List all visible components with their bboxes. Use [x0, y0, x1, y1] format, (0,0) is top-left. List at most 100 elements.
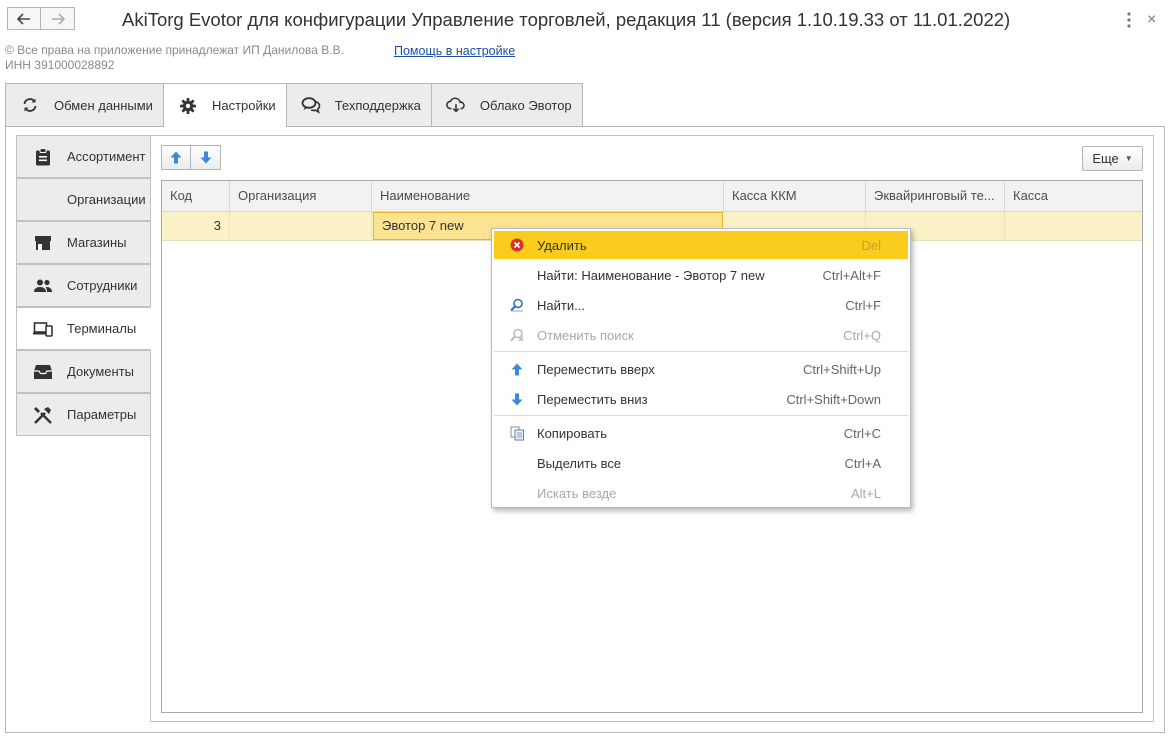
- help-setup-link[interactable]: Помощь в настройке: [394, 44, 515, 58]
- sidebar-item-label: Сотрудники: [67, 278, 138, 293]
- arrow-up-icon: [509, 361, 525, 377]
- arrow-down-icon: [509, 391, 525, 407]
- menu-item-label: Переместить вниз: [537, 391, 648, 407]
- menu-item-search-everywhere: Искать везде Alt+L: [494, 479, 908, 507]
- menu-item-delete[interactable]: Удалить Del: [494, 231, 908, 259]
- copy-icon: [509, 425, 525, 441]
- menu-item-shortcut: Ctrl+Alt+F: [822, 267, 881, 283]
- menu-item-shortcut: Alt+L: [851, 485, 881, 501]
- window-title: AkiTorg Evotor для конфигурации Управлен…: [122, 9, 1011, 30]
- menu-item-label: Найти...: [537, 297, 585, 313]
- close-button[interactable]: ×: [1147, 11, 1156, 29]
- sync-icon: [20, 95, 40, 115]
- menu-item-shortcut: Ctrl+C: [843, 425, 881, 441]
- menu-item-shortcut: Ctrl+Q: [843, 327, 881, 343]
- clipboard-icon: [33, 147, 53, 167]
- move-up-button[interactable]: [161, 145, 191, 170]
- back-button[interactable]: [7, 7, 41, 30]
- column-header-name[interactable]: Наименование: [372, 181, 724, 211]
- chat-bubbles-icon: [301, 95, 321, 115]
- sidebar-item-label: Магазины: [67, 235, 127, 250]
- column-header-cash[interactable]: Касса: [1005, 181, 1142, 211]
- menu-item-move-up[interactable]: Переместить вверх Ctrl+Shift+Up: [494, 355, 908, 383]
- gear-icon: [178, 96, 198, 116]
- more-vertical-icon[interactable]: [1121, 11, 1137, 29]
- menu-item-cancel-search: Отменить поиск Ctrl+Q: [494, 321, 908, 349]
- menu-item-label: Выделить все: [537, 455, 622, 471]
- menu-item-label: Удалить: [537, 237, 587, 253]
- cancel-search-icon: [509, 327, 525, 343]
- search-icon: [509, 297, 525, 313]
- sidebar-item-stores[interactable]: Магазины: [16, 221, 151, 264]
- arrow-left-icon: [17, 12, 30, 25]
- arrow-down-icon: [200, 151, 211, 164]
- more-label: Еще: [1092, 151, 1119, 166]
- menu-item-label: Искать везде: [537, 485, 617, 501]
- navigation-buttons: [7, 7, 77, 31]
- sidebar-item-label: Организации: [67, 192, 146, 207]
- arrow-right-icon: [51, 12, 65, 25]
- sidebar-item-label: Документы: [67, 364, 135, 379]
- side-tabs: Ассортимент Организации Магазины Сотрудн…: [16, 135, 151, 436]
- inn-text: ИНН 391000028892: [5, 58, 115, 72]
- column-header-acquiring[interactable]: Эквайринговый те...: [866, 181, 1005, 211]
- forward-button[interactable]: [41, 7, 75, 30]
- tools-icon: [33, 405, 53, 425]
- menu-item-find[interactable]: Найти... Ctrl+F: [494, 291, 908, 319]
- context-menu: Удалить Del Найти: Наименование - Эвотор…: [491, 228, 911, 508]
- menu-item-move-down[interactable]: Переместить вниз Ctrl+Shift+Down: [494, 385, 908, 413]
- menu-item-shortcut: Ctrl+Shift+Up: [802, 361, 881, 377]
- arrow-up-icon: [170, 151, 182, 164]
- menu-item-shortcut: Ctrl+Shift+Down: [786, 391, 881, 407]
- copyright-text: © Все права на приложение принадлежат ИП…: [5, 43, 344, 57]
- menu-item-label: Переместить вверх: [537, 361, 655, 377]
- move-buttons: [161, 145, 221, 170]
- people-icon: [33, 276, 53, 296]
- column-header-code[interactable]: Код: [162, 181, 230, 211]
- sidebar-item-parameters[interactable]: Параметры: [16, 393, 151, 436]
- sidebar-item-assortment[interactable]: Ассортимент: [16, 135, 151, 178]
- menu-item-label: Отменить поиск: [537, 327, 634, 343]
- menu-item-shortcut: Ctrl+F: [845, 297, 881, 313]
- cell-cash[interactable]: [1005, 212, 1142, 240]
- store-icon: [33, 233, 53, 253]
- tab-label: Облако Эвотор: [479, 97, 572, 113]
- devices-icon: [33, 319, 53, 339]
- tab-settings[interactable]: Настройки: [162, 83, 287, 127]
- move-down-button[interactable]: [191, 145, 221, 170]
- top-tabs: Обмен данными Настройки Техподдержка Обл…: [5, 83, 583, 127]
- copyright-info: © Все права на приложение принадлежат ИП…: [5, 43, 344, 73]
- menu-item-label: Копировать: [537, 425, 607, 441]
- menu-separator: [494, 351, 908, 352]
- more-button[interactable]: Еще ▼: [1082, 146, 1143, 171]
- sidebar-item-label: Терминалы: [67, 321, 137, 336]
- menu-separator: [494, 415, 908, 416]
- menu-item-label: Найти: Наименование - Эвотор 7 new: [537, 267, 765, 283]
- column-header-organization[interactable]: Организация: [230, 181, 372, 211]
- sidebar-item-label: Параметры: [67, 407, 137, 422]
- cloud-icon: [446, 95, 466, 115]
- sidebar-item-employees[interactable]: Сотрудники: [16, 264, 151, 307]
- sidebar-item-documents[interactable]: Документы: [16, 350, 151, 393]
- menu-item-select-all[interactable]: Выделить все Ctrl+A: [494, 449, 908, 477]
- tab-support[interactable]: Техподдержка: [285, 83, 432, 126]
- menu-item-find-by-value[interactable]: Найти: Наименование - Эвотор 7 new Ctrl+…: [494, 261, 908, 289]
- menu-item-shortcut: Ctrl+A: [844, 455, 881, 471]
- sidebar-item-label: Ассортимент: [67, 149, 146, 164]
- sidebar-item-terminals[interactable]: Терминалы: [16, 307, 151, 350]
- menu-item-shortcut: Del: [861, 237, 881, 253]
- tab-label: Настройки: [211, 98, 276, 113]
- tab-label: Обмен данными: [54, 97, 153, 113]
- menu-item-copy[interactable]: Копировать Ctrl+C: [494, 419, 908, 447]
- cell-organization[interactable]: [230, 212, 372, 240]
- tab-evotor-cloud[interactable]: Облако Эвотор: [430, 83, 583, 126]
- tab-label: Техподдержка: [334, 97, 421, 113]
- table-header: Код Организация Наименование Касса ККМ Э…: [162, 181, 1142, 212]
- tab-data-exchange[interactable]: Обмен данными: [5, 83, 164, 126]
- inbox-tray-icon: [33, 362, 53, 382]
- cell-code[interactable]: 3: [162, 212, 230, 240]
- column-header-kkm[interactable]: Касса ККМ: [724, 181, 866, 211]
- sidebar-item-organizations[interactable]: Организации: [16, 178, 151, 221]
- chevron-down-icon: ▼: [1124, 154, 1133, 163]
- delete-icon: [509, 237, 525, 253]
